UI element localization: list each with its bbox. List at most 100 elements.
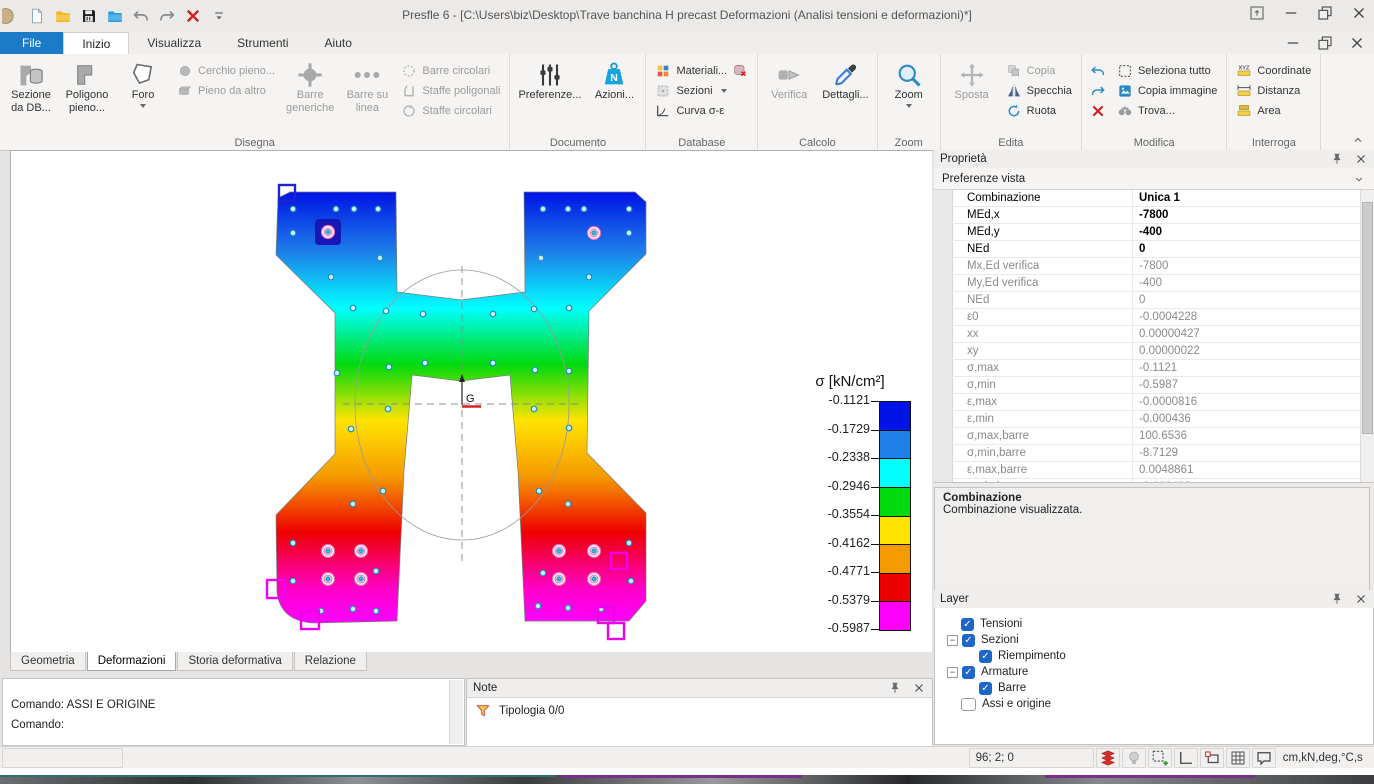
property-row[interactable]: NEd0 [934,241,1374,258]
property-row[interactable]: σ,min,barre-8.7129 [934,445,1374,462]
layer-checkbox[interactable]: ✓ [979,682,992,695]
ribbon-redo-blue-button[interactable] [1088,82,1108,99]
legend-tick [871,544,879,545]
property-row[interactable]: ε,max-0.0000816 [934,394,1374,411]
tree-expander-icon[interactable]: − [947,667,958,678]
command-prompt[interactable]: Comando: [3,715,464,735]
legend-tick [871,629,879,630]
pin-icon[interactable] [888,681,902,695]
property-row[interactable]: My,Ed verifica-400 [934,275,1374,292]
minimize-icon[interactable] [1282,4,1300,22]
mdi-restore-icon[interactable] [1316,34,1334,52]
ribbon-foro[interactable]: Foro [116,58,170,134]
property-row[interactable]: σ,min-0.5987 [934,377,1374,394]
properties-scrollbar[interactable] [1360,190,1374,482]
layer-item-tensioni[interactable]: ✓Tensioni [935,616,1373,632]
close-icon[interactable] [1354,152,1368,166]
ribbon-specchia[interactable]: Specchia [1003,82,1075,99]
ribbon-pieno-da-altro: Pieno da altro [174,82,278,99]
command-panel[interactable]: Comando: ASSI E ORIGINE Comando: [2,678,465,746]
status-rect-snap-button[interactable] [1200,748,1224,768]
restore-icon[interactable] [1316,4,1334,22]
layer-item-armature[interactable]: −✓Armature [935,664,1373,680]
ribbon-dettagli-[interactable]: Dettagli... [818,58,872,134]
tree-expander-icon[interactable]: − [947,635,958,646]
property-row[interactable]: ε,min,barre-0.000423 [934,479,1374,483]
layer-checkbox[interactable]: ✓ [962,634,975,647]
status-bubble-button[interactable] [1252,748,1276,768]
property-row[interactable]: ε,min-0.000436 [934,411,1374,428]
ribbon-undo-blue-button[interactable] [1088,62,1108,79]
ribbon-x-red-button[interactable] [1088,102,1108,119]
property-row[interactable]: CombinazioneUnica 1 [934,190,1374,207]
mdi-close-icon[interactable] [1348,34,1366,52]
ribbon-zoom[interactable]: Zoom [882,58,936,134]
layer-item-barre[interactable]: ✓Barre [935,680,1373,696]
tab-deformazioni[interactable]: Deformazioni [87,652,177,671]
note-row[interactable]: Tipologia 0/0 [467,698,932,724]
layer-checkbox[interactable]: ✓ [962,666,975,679]
property-row[interactable]: σ,max-0.1121 [934,360,1374,377]
property-value: -7800 [1133,258,1374,274]
ribbon-item-label: Curva σ-ε [676,105,724,117]
ribbon-barre-circolari: Barre circolari [398,62,503,79]
ribbon-preferenze-[interactable]: Preferenze... [514,58,585,134]
ribbon-group-calcolo: VerificaDettagli...Calcolo [758,54,877,150]
ribbon-copia-immagine[interactable]: Copia immagine [1114,82,1220,99]
property-row[interactable]: xy0.00000022 [934,343,1374,360]
menu-tab-file[interactable]: File [0,32,63,54]
menu-tab-inizio[interactable]: Inizio [63,32,129,54]
ribbon-sezione-da-db-[interactable]: Sezioneda DB... [4,58,58,134]
close-icon[interactable] [912,681,926,695]
property-row[interactable]: MEd,x-7800 [934,207,1374,224]
property-row[interactable]: NEd0 [934,292,1374,309]
tab-storia-deformativa[interactable]: Storia deformativa [177,652,292,671]
property-row[interactable]: σ,max,barre100.6536 [934,428,1374,445]
ribbon-ruota[interactable]: Ruota [1003,102,1075,119]
close-icon[interactable] [1350,4,1368,22]
ribbon-trova-[interactable]: Trova... [1114,102,1220,119]
status-grid-button[interactable] [1226,748,1250,768]
ribbon-item-label: Specchia [1027,85,1072,97]
ribbon-area[interactable]: Area [1233,102,1314,119]
ribbon-pin-icon[interactable] [1248,4,1266,22]
status-sel-plus-button[interactable] [1148,748,1172,768]
drawing-canvas[interactable]: G σ [kN/cm²] -0.1121-0.1729-0.2338-0.294… [10,150,932,653]
mdi-minimize-icon[interactable] [1284,34,1302,52]
menu-tab-strumenti[interactable]: Strumenti [219,32,306,54]
status-layers-red-button[interactable] [1096,748,1120,768]
layer-checkbox[interactable]: ✓ [961,618,974,631]
ribbon-azioni-[interactable]: NAzioni... [587,58,641,134]
status-corner-button[interactable] [1174,748,1198,768]
layer-item-sezioni[interactable]: −✓Sezioni [935,632,1373,648]
layer-tree: ✓Tensioni−✓Sezioni✓Riempimento−✓Armature… [934,608,1374,745]
tab-relazione[interactable]: Relazione [294,652,367,671]
ribbon-coordinate[interactable]: XYZCoordinate [1233,62,1314,79]
ribbon-seleziona-tutto[interactable]: Seleziona tutto [1114,62,1220,79]
ribbon-poligono-pieno-[interactable]: Poligonopieno... [60,58,114,134]
layer-checkbox[interactable] [961,698,976,711]
property-row[interactable]: ε0-0.0004228 [934,309,1374,326]
menu-tab-aiuto[interactable]: Aiuto [307,32,370,54]
ribbon-sezioni[interactable]: Sezioni [652,82,751,99]
menu-tab-visualizza[interactable]: Visualizza [129,32,219,54]
layer-checkbox[interactable]: ✓ [979,650,992,663]
pin-icon[interactable] [1330,592,1344,606]
pin-icon[interactable] [1330,152,1344,166]
close-icon[interactable] [1354,592,1368,606]
layer-item-assi-e-origine[interactable]: Assi e origine [935,696,1373,712]
tab-geometria[interactable]: Geometria [10,652,86,671]
ribbon-curva-[interactable]: Curva σ-ε [652,102,751,119]
ribbon-collapse-icon[interactable] [1350,134,1366,146]
property-row[interactable]: MEd,y-400 [934,224,1374,241]
ribbon-distanza[interactable]: Distanza [1233,82,1314,99]
status-bulb-button[interactable] [1122,748,1146,768]
property-row[interactable]: ε,max,barre0.0048861 [934,462,1374,479]
property-row[interactable]: Mx,Ed verifica-7800 [934,258,1374,275]
property-row[interactable]: xx0.00000427 [934,326,1374,343]
ribbon-materiali-[interactable]: Materiali... [652,62,751,79]
command-scrollbar[interactable] [449,680,463,744]
layer-item-riempimento[interactable]: ✓Riempimento [935,648,1373,664]
view-preferences-dropdown[interactable]: Preferenze vista [934,168,1374,190]
properties-table[interactable]: CombinazioneUnica 1MEd,x-7800MEd,y-400NE… [934,190,1374,483]
